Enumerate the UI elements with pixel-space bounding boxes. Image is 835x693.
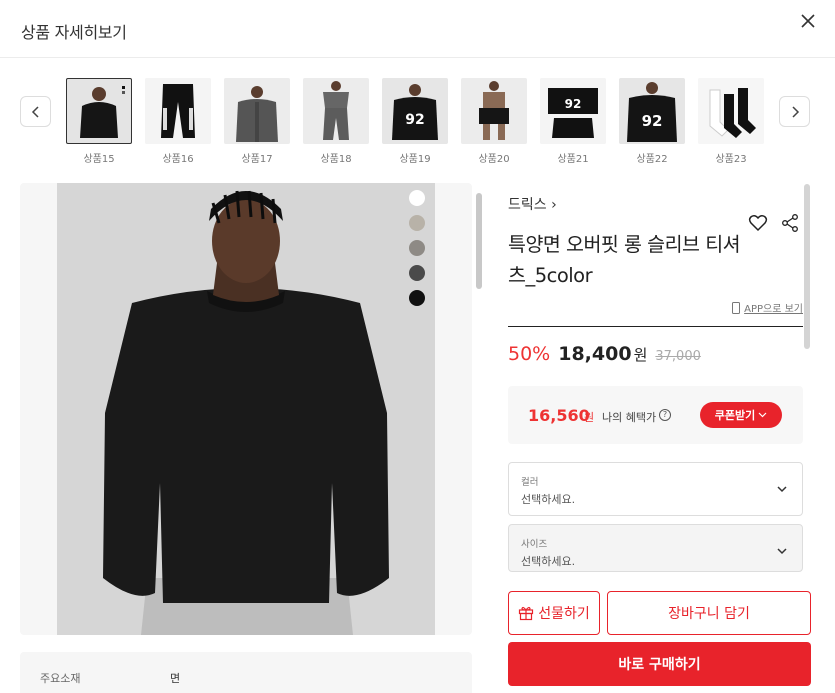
thumbnail-image xyxy=(698,78,764,144)
thumbnail-image xyxy=(66,78,132,144)
thumbnail-item[interactable]: 92 상품22 xyxy=(619,78,685,165)
thumbnail-item[interactable]: 상품20 xyxy=(461,78,527,165)
info-scrollbar[interactable] xyxy=(804,184,810,349)
swatch-white[interactable] xyxy=(409,190,425,206)
swatch-charcoal[interactable] xyxy=(409,265,425,281)
thumbnail-item[interactable]: 상품15 xyxy=(66,78,132,165)
thumbnail-label: 상품23 xyxy=(715,154,747,165)
thumbnail-label: 상품19 xyxy=(399,154,431,165)
coupon-label: 쿠폰받기 xyxy=(714,409,756,422)
add-to-cart-button[interactable]: 장바구니 담기 xyxy=(607,591,811,635)
share-icon[interactable] xyxy=(781,213,799,233)
thumbnail-item[interactable]: 상품16 xyxy=(145,78,211,165)
photo-scrollbar[interactable] xyxy=(476,193,482,289)
close-icon[interactable] xyxy=(797,10,819,32)
modal-title: 상품 자세히보기 xyxy=(21,23,127,42)
benefit-price: 16,560 xyxy=(528,406,590,425)
chevron-down-icon xyxy=(777,486,787,493)
gift-label: 선물하기 xyxy=(538,606,590,622)
spec-table: 주요소재 면 xyxy=(20,652,472,693)
thumbnail-image xyxy=(145,78,211,144)
spec-value: 면 xyxy=(170,672,181,685)
gift-button[interactable]: 선물하기 xyxy=(508,591,600,635)
sale-price: 18,400 xyxy=(558,343,632,365)
thumbnail-item[interactable]: 상품18 xyxy=(303,78,369,165)
thumbnail-prev-button[interactable] xyxy=(20,96,51,127)
color-select-value: 선택하세요. xyxy=(521,493,576,506)
size-select-label: 사이즈 xyxy=(521,539,548,550)
heart-icon[interactable] xyxy=(748,213,768,233)
app-view-link[interactable]: APP으로 보기 xyxy=(732,300,803,315)
thumbnail-item[interactable]: 92 상품21 xyxy=(540,78,606,165)
modal-header: 상품 자세히보기 xyxy=(0,0,835,58)
coupon-button[interactable]: 쿠폰받기 xyxy=(700,402,782,428)
thumbnail-image: 92 xyxy=(540,78,606,144)
buy-now-button[interactable]: 바로 구매하기 xyxy=(508,642,811,686)
thumbnail-image xyxy=(303,78,369,144)
benefit-unit: 원 xyxy=(584,411,595,424)
svg-text:92: 92 xyxy=(642,112,663,130)
color-select[interactable]: 컬러 선택하세요. xyxy=(508,462,803,516)
thumbnail-label: 상품20 xyxy=(478,154,510,165)
mobile-icon xyxy=(732,301,741,314)
thumbnail-label: 상품17 xyxy=(241,154,273,165)
thumbnail-label: 상품15 xyxy=(83,154,115,165)
chevron-down-icon xyxy=(758,412,767,418)
divider xyxy=(508,326,803,327)
swatch-gray[interactable] xyxy=(409,240,425,256)
thumbnail-label: 상품16 xyxy=(162,154,194,165)
size-select[interactable]: 사이즈 선택하세요. xyxy=(508,524,803,572)
original-price: 37,000 xyxy=(655,349,701,364)
svg-text:92: 92 xyxy=(405,112,424,128)
thumbnail-item[interactable]: 상품23 xyxy=(698,78,764,165)
brand-link[interactable]: 드릭스 › xyxy=(508,194,557,214)
discount-rate: 50% xyxy=(508,343,551,365)
color-swatches xyxy=(409,190,427,315)
color-select-label: 컬러 xyxy=(521,477,539,488)
size-select-value: 선택하세요. xyxy=(521,555,576,568)
thumbnail-label: 상품22 xyxy=(636,154,668,165)
price-row: 50% 18,400 원 37,000 xyxy=(508,343,701,365)
info-icon[interactable]: ? xyxy=(659,409,671,421)
thumbnail-item[interactable]: 92 상품19 xyxy=(382,78,448,165)
product-photo xyxy=(57,183,435,635)
chevron-left-icon xyxy=(31,105,39,118)
thumbnail-strip: 상품15 상품16 상품17 상품18 92 상품19 상품20 92 상품21 xyxy=(0,58,835,178)
thumbnail-label: 상품18 xyxy=(320,154,352,165)
product-name: 특양면 오버핏 롱 슬리브 티셔츠_5color xyxy=(508,233,741,287)
app-view-label: APP으로 보기 xyxy=(744,304,803,315)
benefit-box: 16,560 원 나의 혜택가 ? 쿠폰받기 xyxy=(508,386,803,444)
swatch-black[interactable] xyxy=(409,290,425,306)
swatch-beige[interactable] xyxy=(409,215,425,231)
spec-key: 주요소재 xyxy=(40,672,81,685)
chevron-down-icon xyxy=(777,548,787,555)
product-photo-panel xyxy=(20,183,472,635)
price-unit: 원 xyxy=(633,346,648,364)
thumbnail-item[interactable]: 상품17 xyxy=(224,78,290,165)
gift-icon xyxy=(519,606,534,621)
thumbnail-image xyxy=(461,78,527,144)
thumbnail-image: 92 xyxy=(619,78,685,144)
thumbnail-next-button[interactable] xyxy=(779,96,810,127)
thumbnail-image: 92 xyxy=(382,78,448,144)
chevron-right-icon xyxy=(791,105,799,118)
benefit-label: 나의 혜택가 xyxy=(602,411,657,424)
thumbnail-label: 상품21 xyxy=(557,154,589,165)
svg-text:92: 92 xyxy=(565,97,582,111)
thumbnail-image xyxy=(224,78,290,144)
